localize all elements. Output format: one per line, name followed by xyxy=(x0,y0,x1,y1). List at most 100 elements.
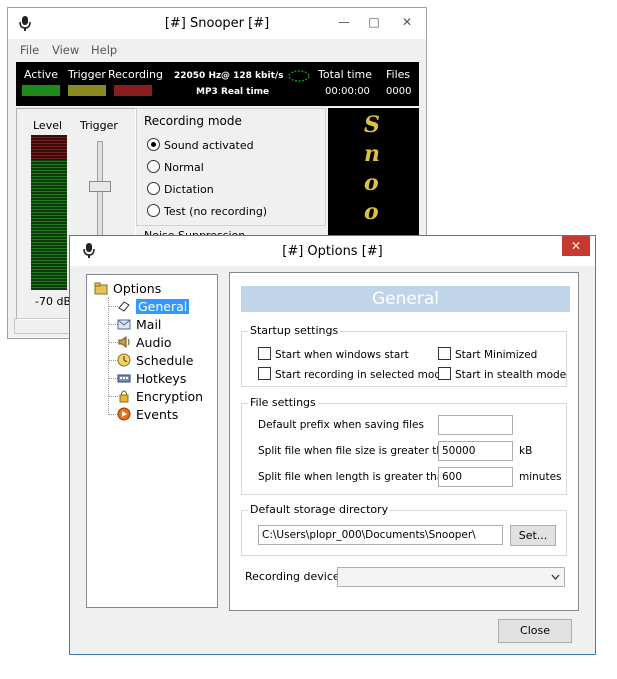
options-dialog: [#] Options [#] ✕ Options General Mail A… xyxy=(69,235,596,655)
startup-settings-group: Startup settings Start when windows star… xyxy=(241,324,567,387)
recording-led xyxy=(114,85,152,96)
close-button[interactable]: Close xyxy=(498,619,572,643)
checkbox[interactable] xyxy=(258,367,271,380)
maximize-icon[interactable]: □ xyxy=(360,12,388,32)
tree-item-label: Mail xyxy=(136,317,162,332)
radio-label: Sound activated xyxy=(164,139,254,152)
default-prefix-input[interactable] xyxy=(438,415,513,435)
checkbox-label: Start recording in selected mode xyxy=(275,369,448,381)
trigger-led xyxy=(68,85,106,96)
trigger-slider-label: Trigger xyxy=(80,119,118,132)
close-icon[interactable]: ✕ xyxy=(562,236,590,256)
recording-mode-group: Recording mode Sound activated Normal Di… xyxy=(136,108,326,226)
mail-icon xyxy=(117,319,131,330)
logo-letter: n xyxy=(364,141,380,167)
lock-icon xyxy=(119,390,129,403)
split-size-unit: kB xyxy=(519,445,533,457)
recording-device-select[interactable] xyxy=(337,567,565,587)
storage-path-input[interactable]: C:\Users\plopr_000\Documents\Snooper\ xyxy=(258,525,503,545)
startup-settings-title: Startup settings xyxy=(248,324,341,337)
logo-letter: S xyxy=(364,112,380,138)
tree-item-label: Events xyxy=(136,407,179,422)
radio-normal[interactable]: Normal xyxy=(147,160,204,174)
tree-item-label: Encryption xyxy=(136,389,204,404)
activity-indicator-icon xyxy=(288,70,310,82)
bitrate: @ 128 kbit/s xyxy=(221,71,284,81)
radio-dictation[interactable]: Dictation xyxy=(147,182,214,196)
checkbox-start-recording[interactable]: Start recording in selected mode xyxy=(258,367,447,381)
checkbox-label: Start Minimized xyxy=(455,349,538,361)
tree-item-label: Audio xyxy=(136,335,172,350)
main-titlebar[interactable]: [#] Snooper [#] — □ ✕ xyxy=(8,8,426,39)
storage-directory-title: Default storage directory xyxy=(248,503,391,516)
logo-letter: o xyxy=(364,170,379,196)
level-label: Level xyxy=(33,119,63,132)
options-titlebar[interactable]: [#] Options [#] ✕ xyxy=(70,236,595,266)
options-folder-icon xyxy=(94,282,108,295)
files-value: 0000 xyxy=(386,86,412,97)
checkbox-label: Start in stealth mode xyxy=(455,369,567,381)
menu-file[interactable]: File xyxy=(20,43,39,57)
general-page: General Startup settings Start when wind… xyxy=(229,272,579,611)
general-page-title: General xyxy=(241,286,570,312)
close-icon[interactable]: ✕ xyxy=(393,12,421,32)
total-time-value: 00:00:00 xyxy=(325,86,370,97)
trigger-slider-thumb[interactable] xyxy=(89,181,111,192)
options-dialog-title: [#] Options [#] xyxy=(282,244,383,259)
tree-item-label: Schedule xyxy=(136,353,194,368)
active-led xyxy=(22,85,60,96)
status-panel: Active Trigger Recording 22050 Hz @ 128 … xyxy=(16,62,419,106)
checkbox[interactable] xyxy=(438,347,451,360)
tree-item-label: Hotkeys xyxy=(136,371,187,386)
snooper-logo: S n o o xyxy=(328,108,419,238)
file-settings-group: File settings Default prefix when saving… xyxy=(241,396,567,495)
checkbox-start-stealth[interactable]: Start in stealth mode xyxy=(438,367,566,381)
tree-item-events[interactable]: Events xyxy=(117,407,178,422)
split-length-label: Split file when length is greater than xyxy=(258,471,450,483)
checkbox-start-when-windows-start[interactable]: Start when windows start xyxy=(258,347,409,361)
radio-button-selected[interactable] xyxy=(147,138,160,151)
keyboard-icon xyxy=(117,374,131,383)
recording-mode-title: Recording mode xyxy=(144,114,242,128)
chevron-down-icon[interactable] xyxy=(551,574,560,580)
trigger-label: Trigger xyxy=(68,68,106,81)
radio-label: Normal xyxy=(164,161,204,174)
radio-sound-activated[interactable]: Sound activated xyxy=(147,138,254,152)
radio-button[interactable] xyxy=(147,204,160,217)
files-label: Files xyxy=(386,68,411,81)
general-icon xyxy=(118,301,130,312)
checkbox-start-minimized[interactable]: Start Minimized xyxy=(438,347,537,361)
split-size-label: Split file when file size is greater tha… xyxy=(258,445,457,457)
default-prefix-label: Default prefix when saving files xyxy=(258,419,424,431)
split-length-unit: minutes xyxy=(519,471,562,483)
tree-root-options[interactable]: Options xyxy=(94,281,161,296)
radio-button[interactable] xyxy=(147,160,160,173)
tree-item-hotkeys[interactable]: Hotkeys xyxy=(117,371,186,386)
set-directory-button[interactable]: Set... xyxy=(510,525,556,546)
tree-item-label: General xyxy=(136,299,190,314)
tree-item-encryption[interactable]: Encryption xyxy=(117,389,203,404)
tree-item-schedule[interactable]: Schedule xyxy=(117,353,193,368)
db-value: -70 dB xyxy=(35,295,71,308)
radio-label: Dictation xyxy=(164,183,214,196)
radio-button[interactable] xyxy=(147,182,160,195)
level-meter-peak xyxy=(31,135,67,160)
split-size-input[interactable]: 50000 xyxy=(438,441,513,461)
radio-test[interactable]: Test (no recording) xyxy=(147,204,267,218)
menu-view[interactable]: View xyxy=(52,43,79,57)
tree-item-audio[interactable]: Audio xyxy=(117,335,172,350)
recording-label: Recording xyxy=(108,68,164,81)
options-tree: Options General Mail Audio Schedule Hotk… xyxy=(86,274,218,608)
tree-item-general[interactable]: General xyxy=(117,299,190,314)
menu-help[interactable]: Help xyxy=(91,43,117,57)
logo-letter: o xyxy=(364,199,379,225)
play-icon xyxy=(117,407,131,421)
recording-device-label: Recording device xyxy=(245,570,340,583)
split-length-input[interactable]: 600 xyxy=(438,467,513,487)
checkbox[interactable] xyxy=(258,347,271,360)
minimize-icon[interactable]: — xyxy=(330,12,358,32)
tree-item-mail[interactable]: Mail xyxy=(117,317,161,332)
clock-icon xyxy=(117,353,131,367)
checkbox-label: Start when windows start xyxy=(275,349,409,361)
checkbox[interactable] xyxy=(438,367,451,380)
